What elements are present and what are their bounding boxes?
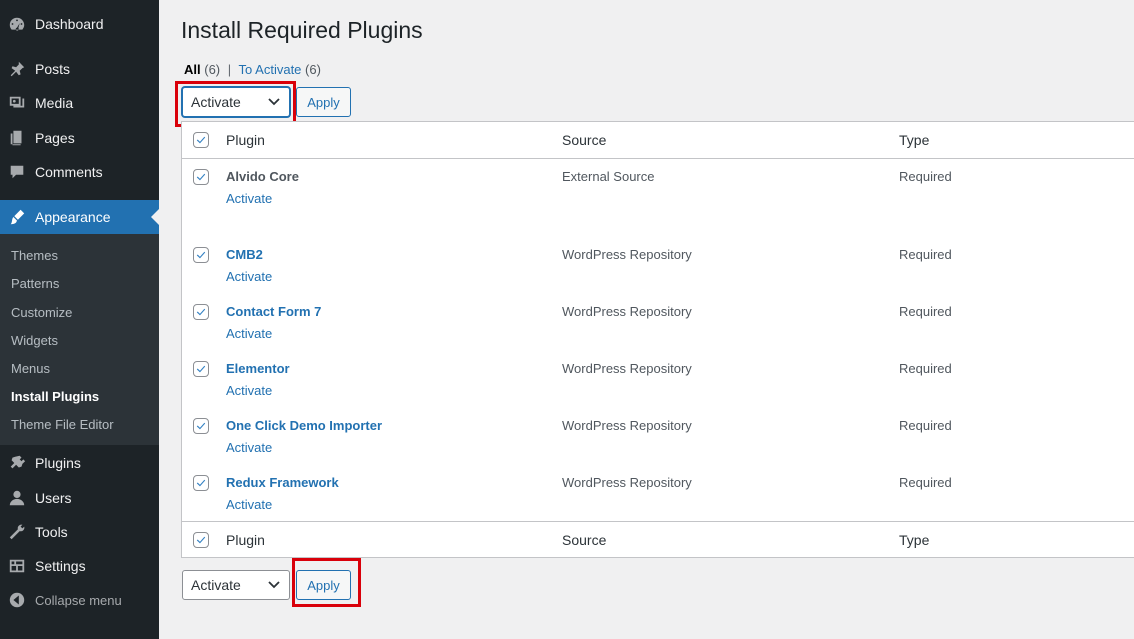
menu-posts-label: Posts [35, 61, 71, 77]
plugin-source: External Source [562, 169, 655, 184]
filter-all-link[interactable]: All [184, 62, 201, 77]
row-checkbox[interactable] [193, 361, 209, 377]
menu-settings-label: Settings [35, 558, 86, 574]
filter-to-activate-label: To Activate [238, 62, 302, 77]
row-checkbox[interactable] [193, 169, 209, 185]
menu-settings[interactable]: Settings [0, 549, 159, 583]
submenu-widgets[interactable]: Widgets [11, 333, 58, 348]
plugin-name: Alvido Core [226, 169, 299, 184]
filter-to-activate-count: (6) [305, 62, 321, 77]
activate-link[interactable]: Activate [226, 440, 272, 455]
status-filter-links: All (6) | To Activate (6) [184, 62, 321, 77]
plugin-name-link[interactable]: Redux Framework [226, 475, 339, 490]
plugin-type: Required [899, 475, 952, 490]
comment-icon [7, 162, 27, 182]
submenu-customize[interactable]: Customize [11, 305, 72, 320]
plugin-type: Required [899, 361, 952, 376]
submenu-themes[interactable]: Themes [11, 248, 58, 263]
plugin-name-link[interactable]: One Click Demo Importer [226, 418, 382, 433]
pin-icon [7, 59, 27, 79]
row-checkbox[interactable] [193, 418, 209, 434]
admin-sidebar: Dashboard Posts Media Pages Comments App… [0, 0, 159, 639]
menu-pages-label: Pages [35, 130, 75, 146]
plug-icon [7, 453, 27, 473]
activate-link[interactable]: Activate [226, 497, 272, 512]
submenu-install-plugins[interactable]: Install Plugins [11, 389, 99, 404]
collapse-menu-label: Collapse menu [35, 592, 122, 608]
row-checkbox[interactable] [193, 304, 209, 320]
menu-media-label: Media [35, 95, 74, 111]
submenu-theme-file-editor[interactable]: Theme File Editor [11, 417, 114, 432]
menu-users[interactable]: Users [0, 481, 159, 515]
select-all-checkbox-top[interactable] [193, 132, 209, 148]
submenu-menus[interactable]: Menus [11, 361, 50, 376]
plugins-table: Plugin Source Type Alvido Core Activate … [181, 121, 1134, 558]
collapse-icon [7, 590, 27, 610]
collapse-menu-button[interactable]: Collapse menu [0, 583, 159, 617]
plugin-source: WordPress Repository [562, 475, 692, 490]
plugin-name-link[interactable]: Contact Form 7 [226, 304, 321, 319]
activate-link[interactable]: Activate [226, 269, 272, 284]
page-title: Install Required Plugins [181, 17, 423, 43]
wrench-icon [7, 522, 27, 542]
menu-posts[interactable]: Posts [0, 52, 159, 86]
menu-dashboard-label: Dashboard [35, 16, 104, 32]
highlight-box-bottom-apply [292, 558, 361, 607]
filter-separator: | [227, 62, 232, 77]
activate-link[interactable]: Activate [226, 326, 272, 341]
filter-all-count: (6) [204, 62, 221, 77]
column-header-type[interactable]: Type [899, 132, 929, 148]
menu-appearance-label: Appearance [35, 209, 111, 225]
filter-all-label: All [184, 62, 201, 77]
plugin-type: Required [899, 169, 952, 184]
settings-icon [7, 556, 27, 576]
menu-tools[interactable]: Tools [0, 515, 159, 549]
dashboard-icon [7, 14, 27, 34]
filter-to-activate-link[interactable]: To Activate [239, 62, 302, 77]
apply-button-top[interactable]: Apply [296, 87, 351, 117]
bulk-action-select-bottom[interactable]: Activate [182, 570, 290, 600]
menu-users-label: Users [35, 490, 72, 506]
brush-icon [7, 207, 27, 227]
row-checkbox[interactable] [193, 475, 209, 491]
activate-link[interactable]: Activate [226, 191, 272, 206]
row-checkbox[interactable] [193, 247, 209, 263]
menu-pages[interactable]: Pages [0, 121, 159, 155]
plugin-source: WordPress Repository [562, 418, 692, 433]
column-footer-type[interactable]: Type [899, 532, 929, 548]
plugin-source: WordPress Repository [562, 361, 692, 376]
menu-media[interactable]: Media [0, 86, 159, 120]
table-footer-row: Plugin Source Type [182, 521, 1134, 558]
plugin-name-link[interactable]: CMB2 [226, 247, 263, 262]
plugin-source: WordPress Repository [562, 247, 692, 262]
plugin-name-link[interactable]: Elementor [226, 361, 290, 376]
plugin-source: WordPress Repository [562, 304, 692, 319]
menu-dashboard[interactable]: Dashboard [0, 7, 159, 41]
menu-plugins[interactable]: Plugins [0, 446, 159, 480]
submenu-patterns[interactable]: Patterns [11, 276, 59, 291]
column-header-plugin[interactable]: Plugin [226, 132, 265, 148]
menu-tools-label: Tools [35, 524, 68, 540]
select-all-checkbox-bottom[interactable] [193, 532, 209, 548]
chevron-down-icon [268, 580, 280, 590]
column-footer-source[interactable]: Source [562, 532, 606, 548]
media-icon [7, 93, 27, 113]
table-header-row: Plugin Source Type [182, 122, 1134, 159]
bulk-action-select-bottom-value: Activate [191, 577, 241, 593]
menu-comments[interactable]: Comments [0, 155, 159, 189]
activate-link[interactable]: Activate [226, 383, 272, 398]
column-header-source[interactable]: Source [562, 132, 606, 148]
menu-comments-label: Comments [35, 164, 103, 180]
menu-plugins-label: Plugins [35, 455, 81, 471]
pages-icon [7, 128, 27, 148]
plugin-type: Required [899, 418, 952, 433]
user-icon [7, 488, 27, 508]
column-footer-plugin[interactable]: Plugin [226, 532, 265, 548]
appearance-submenu: Themes Patterns Customize Widgets Menus … [0, 234, 159, 445]
plugin-type: Required [899, 304, 952, 319]
menu-appearance[interactable]: Appearance [0, 200, 159, 234]
plugin-type: Required [899, 247, 952, 262]
